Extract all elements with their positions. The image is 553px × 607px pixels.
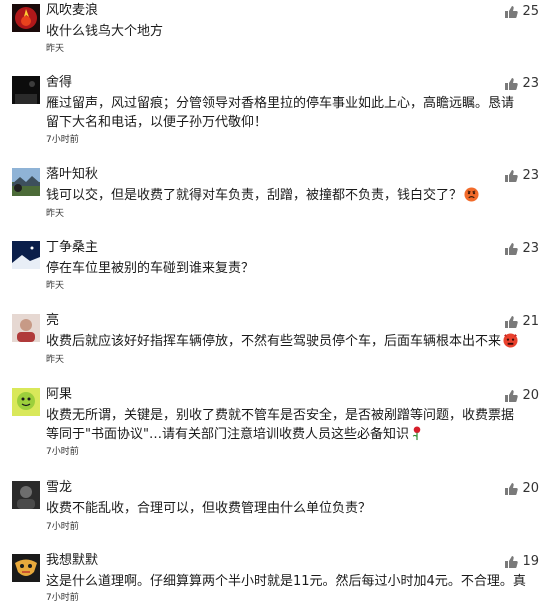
like-count: 23 [522,241,539,256]
comment-item: 风吹麦浪 收什么钱鸟大个地方 昨天 25 [0,3,553,54]
comment-item: 雪龙 收费不能乱收，合理可以，但收费管理由什么单位负责？ 7小时前 20 [0,480,553,532]
username[interactable]: 阿果 [46,387,72,403]
like-count: 23 [522,168,539,183]
thumbs-up-icon [505,483,519,495]
comment-text: 这是什么道理啊。仔细算算两个半小时就是11元。然后每过小时加4元。不合理。真心 [46,574,526,589]
comment-text: 收费不能乱收，合理可以，但收费管理由什么单位负责？ [46,501,372,516]
comment-time: 昨天 [46,44,65,54]
comment-text: 钱可以交，但是收费了就得对车负责，刮蹭，被撞都不负责，钱白交了？ [46,186,506,205]
username[interactable]: 亮 [46,313,59,329]
user-avatar[interactable] [12,388,40,416]
angry-face-emoji [464,187,479,202]
thumbs-up-icon [505,390,519,402]
user-avatar[interactable] [12,76,40,104]
user-avatar[interactable] [12,314,40,342]
comment-time: 昨天 [46,281,65,291]
comment-text: 雁过留声，风过留痕；分管领导对香格里拉的停车事业如此上心，高瞻远瞩。恳请留下大名… [46,96,515,130]
user-avatar[interactable] [12,481,40,509]
comment-text: 收什么钱鸟大个地方 [46,24,164,39]
like-count: 23 [522,76,539,91]
username[interactable]: 丁争桑主 [46,240,98,256]
like-count: 19 [522,554,539,569]
comment-item: 阿果 收费无所谓，关键是，别收了费就不管车是否安全，是否被剐蹭等问题，收费票据等… [0,387,553,460]
thumbs-up-icon [505,556,519,568]
comment-item: 丁争桑主 停在车位里被别的车碰到谁来复责？ 昨天 23 [0,240,553,291]
comment-time: 7小时前 [46,522,79,532]
thumbs-up-icon [505,170,519,182]
like-count: 20 [522,481,539,496]
comment-item: 舍得 雁过留声，风过留痕；分管领导对香格里拉的停车事业如此上心，高瞻远瞩。恳请留… [0,75,553,146]
comment-text: 停在车位里被别的车碰到谁来复责？ [46,261,255,276]
comment-item: 亮 收费后就应该好好指挥车辆停放，不然有些驾驶员停个车，后面车辆根本出不来 昨天… [0,313,553,365]
furious-face-emoji [503,333,518,348]
user-avatar[interactable] [12,554,40,582]
username[interactable]: 落叶知秋 [46,167,98,183]
username[interactable]: 风吹麦浪 [46,3,98,19]
like-count: 25 [522,4,539,19]
like-button[interactable]: 25 [504,4,539,20]
like-button[interactable]: 23 [504,168,539,184]
comment-item: 我想默默 这是什么道理啊。仔细算算两个半小时就是11元。然后每过小时加4元。不合… [0,553,553,606]
thumbs-up-icon [505,78,519,90]
like-button[interactable]: 21 [504,314,539,330]
thumbs-up-icon [505,316,519,328]
thumbs-up-icon [505,243,519,255]
comment-text: 收费无所谓，关键是，别收了费就不管车是否安全，是否被剐蹭等问题，收费票据等同于"… [46,408,515,442]
comment-text: 收费后就应该好好指挥车辆停放，不然有些驾驶员停个车，后面车辆根本出不来 [46,332,526,351]
user-avatar[interactable] [12,241,40,269]
user-avatar[interactable] [12,168,40,196]
like-button[interactable]: 19 [504,554,539,570]
username[interactable]: 雪龙 [46,480,72,496]
thumbs-up-icon [505,6,519,18]
user-avatar[interactable] [12,4,40,32]
like-button[interactable]: 20 [504,481,539,497]
rose-emoji [412,426,421,441]
like-count: 21 [522,314,539,329]
comment-time: 昨天 [46,209,65,219]
comment-time: 7小时前 [46,593,79,603]
comment-time: 7小时前 [46,447,79,457]
comment-time: 昨天 [46,355,65,365]
like-button[interactable]: 20 [504,388,539,404]
like-count: 20 [522,388,539,403]
username[interactable]: 舍得 [46,75,72,91]
username[interactable]: 我想默默 [46,553,98,569]
comment-time: 7小时前 [46,135,79,145]
like-button[interactable]: 23 [504,241,539,257]
like-button[interactable]: 23 [504,76,539,92]
comment-item: 落叶知秋 钱可以交，但是收费了就得对车负责，刮蹭，被撞都不负责，钱白交了？ 昨天… [0,167,553,219]
